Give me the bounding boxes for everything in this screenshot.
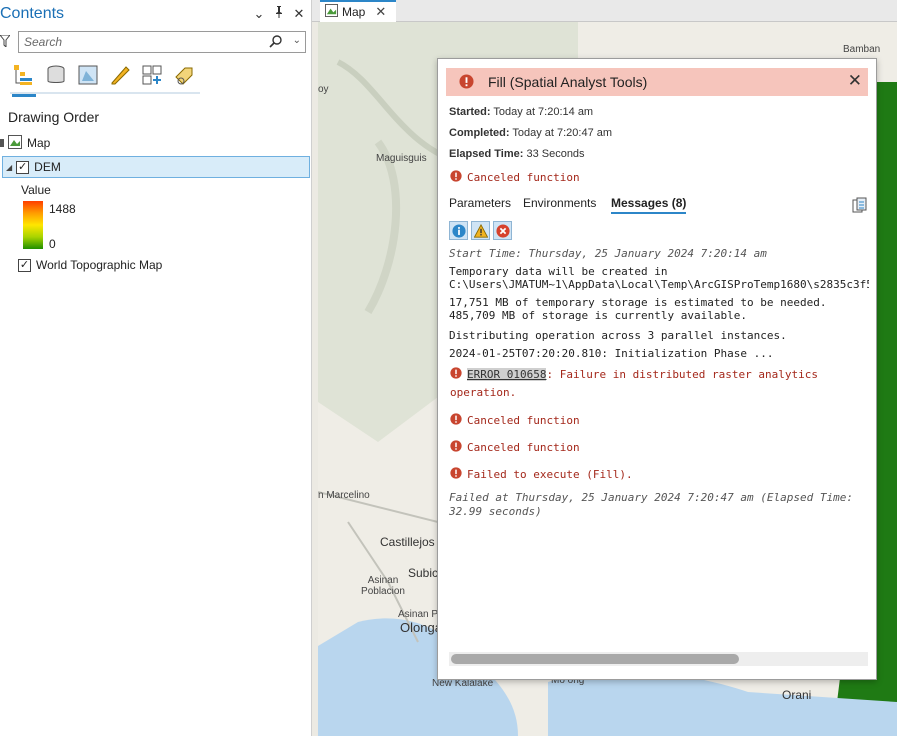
close-icon[interactable]: ✕ [375,4,386,20]
close-icon[interactable]: ✕ [293,6,305,22]
copy-icon[interactable] [852,197,868,218]
map-label: Bamban [843,44,881,55]
map-tabbar: Map ✕ [312,0,897,22]
error-filter-icon[interactable] [493,221,512,240]
map-label: Castillejos [380,535,435,549]
error-icon [450,170,462,185]
message-failed: Failed to execute (Fill). [450,467,633,482]
chevron-down-icon[interactable]: ⌄ [293,35,301,46]
started-label: Started: [449,106,491,118]
search-placeholder: Search [24,35,63,49]
elapsed-value: 33 Seconds [526,148,585,160]
message-temp-line2: C:\Users\JMATUM~1\AppData\Local\Temp\Arc… [449,278,869,291]
map-label: oy [318,84,329,95]
message-cancel-2: Canceled function [450,440,580,455]
message-init: 2024-01-25T07:20:20.810: Initialization … [449,347,774,360]
close-icon[interactable]: ✕ [848,71,862,91]
message-end-line2: 32.99 seconds) [449,505,542,518]
tool-result-dialog: Fill (Spatial Analyst Tools) ✕ Started: … [437,58,877,680]
status-text: Canceled function [467,171,580,184]
message-distribute: Distributing operation across 3 parallel… [449,329,787,342]
dialog-header: Fill (Spatial Analyst Tools) ✕ [446,68,868,96]
legend-max: 1488 [49,202,76,216]
tree-item-dem[interactable]: ◢ ✓ DEM [2,156,310,178]
map-label: Subic [408,566,439,580]
message-text: Canceled function [467,414,580,427]
error-icon [450,413,462,428]
tab-environments[interactable]: Environments [523,196,596,210]
completed-value: Today at 7:20:47 am [512,127,613,139]
legend-color-ramp [23,201,43,249]
map-label: Asinan Poblacion [361,575,405,597]
tab-map[interactable]: Map ✕ [320,0,396,22]
message-error: ERROR 010658 : Failure in distributed ra… [450,367,818,382]
error-icon [450,467,462,482]
error-text: : Failure in distributed raster analytic… [546,368,819,381]
tree-item-label: DEM [34,160,61,174]
snapping-icon[interactable] [140,63,164,87]
elapsed-line: Elapsed Time: 33 Seconds [449,148,585,160]
status-line: Canceled function [450,170,580,185]
error-code-link[interactable]: ERROR 010658 [467,368,547,381]
tree-item-label: World Topographic Map [36,258,163,272]
map-icon [325,4,338,20]
info-filter-icon[interactable] [449,221,468,240]
horizontal-scrollbar[interactable] [449,652,868,666]
legend-title: Value [21,183,51,197]
completed-line: Completed: Today at 7:20:47 am [449,127,612,139]
started-line: Started: Today at 7:20:14 am [449,106,593,118]
tree-item-basemap[interactable]: ✓ World Topographic Map [18,254,162,276]
error-icon [450,367,462,382]
dialog-title: Fill (Spatial Analyst Tools) [488,74,648,90]
message-text: Canceled function [467,441,580,454]
message-end-line1: Failed at Thursday, 25 January 2024 7:20… [449,491,853,504]
completed-label: Completed: [449,127,510,139]
error-icon [459,74,474,94]
pin-icon[interactable] [273,6,285,22]
scrollbar-thumb[interactable] [451,654,739,664]
contents-pane: Contents ⌄ ✕ Search ⌄ Drawing Order Map … [0,0,312,736]
elapsed-label: Elapsed Time: [449,148,524,160]
map-label: n Marcelino [318,490,370,501]
collapse-icon[interactable] [0,139,4,147]
expand-arrow-icon[interactable]: ◢ [6,163,12,172]
error-icon [450,440,462,455]
filter-icon[interactable] [0,34,12,52]
warning-filter-icon[interactable] [471,221,490,240]
contents-toolbar [10,60,200,97]
tab-messages[interactable]: Messages (8) [611,196,687,214]
labeling-icon[interactable] [172,63,196,87]
message-filters [449,221,512,240]
layer-visibility-checkbox[interactable]: ✓ [16,160,30,174]
selection-icon[interactable] [76,63,100,87]
search-input[interactable]: Search ⌄ [18,31,306,53]
drawing-order-icon[interactable] [12,63,36,97]
search-icon[interactable] [269,34,283,51]
message-storage-line2: 485,709 MB of storage is currently avail… [449,309,748,322]
message-error-cont: operation. [450,386,517,399]
legend-min: 0 [49,237,56,251]
map-label: Orani [782,688,812,702]
message-cancel-1: Canceled function [450,413,580,428]
started-value: Today at 7:20:14 am [493,106,594,118]
message-storage-line1: 17,751 MB of temporary storage is estima… [449,296,827,309]
map-label: Maguisguis [376,153,427,164]
tree-item-map[interactable]: Map [0,132,50,154]
pane-controls: ⌄ ✕ [253,6,305,22]
message-start-time: Start Time: Thursday, 25 January 2024 7:… [449,247,767,260]
message-temp-line1: Temporary data will be created in [449,265,668,278]
data-source-icon[interactable] [44,63,68,87]
layer-visibility-checkbox[interactable]: ✓ [18,258,31,272]
tree-item-label: Map [27,136,51,150]
map-icon [8,134,22,152]
message-text: Failed to execute (Fill). [467,468,633,481]
tab-label: Map [342,5,366,19]
contents-title: Contents [0,5,65,22]
map-label: Olonga [400,620,442,635]
tab-parameters[interactable]: Parameters [449,196,511,210]
drawing-order-heading: Drawing Order [8,109,100,125]
editing-icon[interactable] [108,63,132,87]
chevron-down-icon[interactable]: ⌄ [253,6,265,22]
